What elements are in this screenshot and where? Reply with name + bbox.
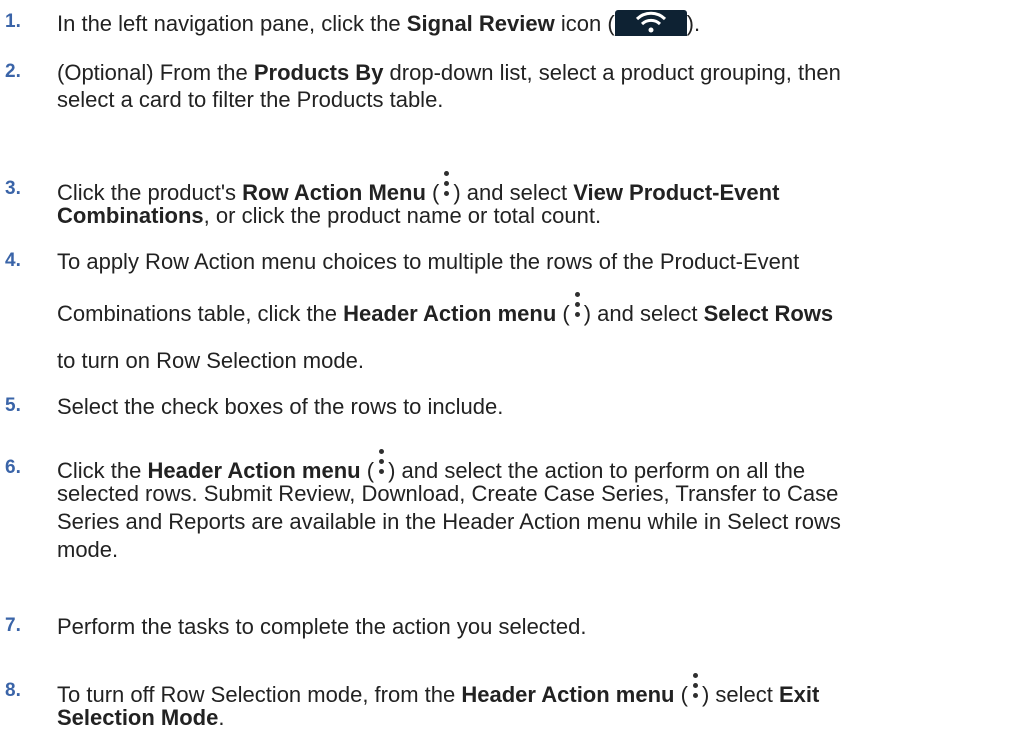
ui-term: Selection Mode <box>57 705 219 730</box>
ui-term: Combinations <box>57 203 204 228</box>
step-text-line: (Optional) From the Products By drop-dow… <box>57 60 841 85</box>
ui-term: Row Action Menu <box>242 180 426 205</box>
ui-term: View Product-Event <box>573 180 780 205</box>
step-text-line: In the left navigation pane, click the S… <box>57 10 701 36</box>
step-text-line: Series and Reports are available in the … <box>57 509 841 534</box>
step-number: 3. <box>5 178 21 199</box>
ui-term: Signal Review <box>406 11 555 36</box>
step-text-line: mode. <box>57 537 119 562</box>
step-text-line: Combinations table, click the Header Act… <box>57 287 833 332</box>
step-text-line: Perform the tasks to complete the action… <box>57 614 587 639</box>
step-text-line: To apply Row Action menu choices to mult… <box>57 249 800 274</box>
header-action-menu-icon <box>374 444 388 480</box>
ui-term: Header Action menu <box>343 301 557 326</box>
step-number: 2. <box>5 61 21 82</box>
header-action-menu-icon <box>688 668 702 704</box>
ui-term: Exit <box>778 682 820 707</box>
signal-review-icon <box>614 10 687 36</box>
ui-term: Products By <box>253 60 384 85</box>
ui-term: Select Rows <box>703 301 834 326</box>
step-text-line: Selection Mode. <box>57 705 225 730</box>
step-number: 4. <box>5 250 21 271</box>
step-number: 8. <box>5 680 21 701</box>
row-action-menu-icon <box>439 166 453 202</box>
step-number: 5. <box>5 395 21 416</box>
step-text-line: select a card to filter the Products tab… <box>57 87 444 112</box>
step-number: 1. <box>5 11 21 32</box>
ui-term: Header Action menu <box>147 458 361 483</box>
step-number: 6. <box>5 457 21 478</box>
step-text-line: Select the check boxes of the rows to in… <box>57 394 504 419</box>
step-text-line: Combinations, or click the product name … <box>57 203 602 228</box>
ui-term: Header Action menu <box>461 682 675 707</box>
step-text-line: selected rows. Submit Review, Download, … <box>57 481 839 506</box>
step-text-line: to turn on Row Selection mode. <box>57 348 364 373</box>
header-action-menu-icon <box>570 287 584 323</box>
step-number: 7. <box>5 615 21 636</box>
